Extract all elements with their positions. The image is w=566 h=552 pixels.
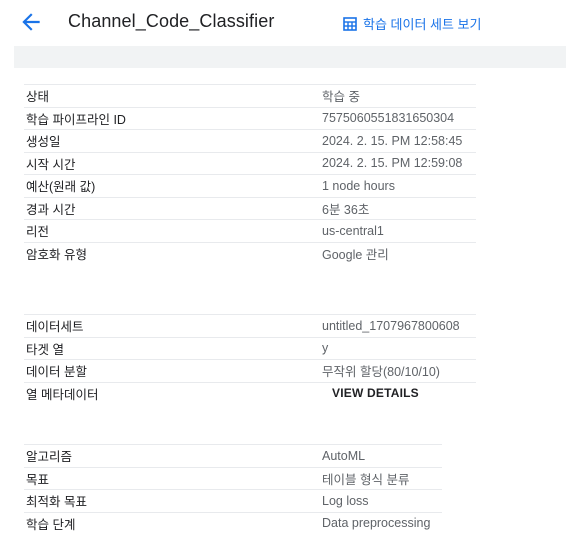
detail-row-objective: 목표 테이블 형식 분류 [24,466,442,490]
detail-row-budget: 예산(원래 값) 1 node hours [24,174,476,197]
detail-label: 상태 [26,90,50,105]
detail-value: 7575060551831650304 [322,111,455,126]
detail-label: 학습 단계 [26,517,76,532]
detail-value: 6분 36초 [322,202,370,217]
table-grid-icon [343,16,357,31]
algorithm-details-table: 알고리즘 AutoML 목표 테이블 형식 분류 최적화 목표 Log loss… [24,444,442,534]
detail-row-data-split: 데이터 분할 무작위 할당(80/10/10) [24,359,476,382]
detail-label: 예산(원래 값) [26,180,96,195]
detail-label: 타겟 열 [26,342,64,357]
detail-value: Google 관리 [322,247,389,262]
detail-label: 암호화 유형 [26,247,87,262]
view-details-button[interactable]: VIEW DETAILS [332,386,419,400]
detail-label: 리전 [26,225,50,240]
detail-value: untitled_1707967800608 [322,318,460,333]
detail-label: 알고리즘 [26,450,73,465]
detail-row-dataset: 데이터세트 untitled_1707967800608 [24,314,476,337]
detail-row-column-metadata: 열 메타데이터 VIEW DETAILS [24,381,476,405]
detail-value: us-central1 [322,223,384,238]
detail-label: 경과 시간 [26,202,76,217]
detail-row-training-stage: 학습 단계 Data preprocessing [24,511,442,535]
detail-label: 최적화 목표 [26,495,87,510]
detail-row-status: 상태 학습 중 [24,84,476,107]
header-band [14,46,566,68]
detail-row-created: 생성일 2024. 2. 15. PM 12:58:45 [24,129,476,152]
arrow-left-icon [22,13,40,31]
detail-row-elapsed: 경과 시간 6분 36초 [24,196,476,220]
detail-value: Data preprocessing [322,516,431,531]
dataset-details-table: 데이터세트 untitled_1707967800608 타겟 열 y 데이터 … [24,314,476,404]
page-title: Channel_Code_Classifier [68,11,275,31]
detail-value: 1 node hours [322,178,395,193]
detail-row-optimization-objective: 최적화 목표 Log loss [24,489,442,512]
page-header: Channel_Code_Classifier 학습 데이터 세트 보기 [0,0,566,46]
detail-value: 학습 중 [322,90,360,105]
detail-label: 시작 시간 [26,157,76,172]
detail-label: 목표 [26,472,50,487]
detail-value: AutoML [322,448,366,463]
detail-label: 열 메타데이터 [26,387,99,402]
detail-label: 데이터 분할 [26,365,87,380]
detail-value: 2024. 2. 15. PM 12:59:08 [322,156,463,171]
view-training-dataset-link[interactable]: 학습 데이터 세트 보기 [343,14,481,33]
detail-value: Log loss [322,493,369,508]
back-button[interactable] [18,9,44,35]
detail-row-target-column: 타겟 열 y [24,336,476,360]
detail-row-encryption: 암호화 유형 Google 관리 [24,241,476,265]
training-details-table: 상태 학습 중 학습 파이프라인 ID 7575060551831650304 … [24,84,476,264]
detail-value: 테이블 형식 분류 [322,472,410,487]
detail-label: 학습 파이프라인 ID [26,112,126,127]
detail-value: y [322,341,329,356]
detail-row-pipeline-id: 학습 파이프라인 ID 7575060551831650304 [24,106,476,130]
detail-row-algorithm: 알고리즘 AutoML [24,444,442,467]
detail-label: 생성일 [26,135,61,150]
detail-row-region: 리전 us-central1 [24,219,476,242]
view-training-dataset-label: 학습 데이터 세트 보기 [363,17,482,32]
detail-value: 2024. 2. 15. PM 12:58:45 [322,133,463,148]
detail-value: 무작위 할당(80/10/10) [322,365,440,380]
detail-label: 데이터세트 [26,320,84,335]
detail-row-start-time: 시작 시간 2024. 2. 15. PM 12:59:08 [24,151,476,175]
